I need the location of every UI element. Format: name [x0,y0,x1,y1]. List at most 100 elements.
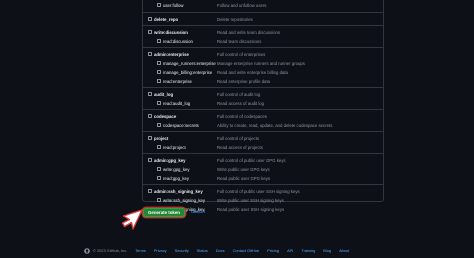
scope-name: write:ssh_signing_key [163,197,206,203]
scope-name: write:gpg_key [163,166,190,172]
scope-name: codespace:secrets [163,122,199,128]
scope-row: manage_billing:enterprise Read and write … [143,68,383,77]
scope-description: Write public user SSH signing keys [217,197,284,203]
scope-checkbox[interactable] [157,39,161,43]
scope-description: Manage enterprise runners and runner gro… [217,60,305,66]
scope-name: read:project [163,144,186,150]
scope-description: Read team discussions [217,38,262,44]
scope-group: admin:gpg_key Full control of public user… [143,153,383,185]
footer-link[interactable]: Docs [216,248,225,253]
scope-checkbox[interactable] [157,61,161,65]
scope-name: read:audit_log [163,100,191,106]
footer-link[interactable]: Pricing [267,248,279,253]
scope-name: manage_billing:enterprise [163,69,213,75]
scopes-panel: user:follow Follow and unfollow users dele… [142,0,384,212]
scope-description: Full control of public user SSH signing … [217,188,300,194]
scope-checkbox[interactable] [148,17,152,21]
scope-row: read:enterprise Read enterprise profile d… [143,77,383,86]
scope-group: codespace Full control of codespaces codes… [143,109,383,132]
cancel-link[interactable]: Cancel [191,209,205,214]
scope-description: Full control of enterprises [217,51,266,57]
scope-description: Read and write team discussions [217,29,281,35]
scope-name: project [154,135,169,141]
scope-row: read:audit_log Read access of audit log [143,99,383,108]
pointer-cursor-icon [121,209,143,230]
footer-link[interactable]: About [339,248,349,253]
footer-link[interactable]: Security [175,248,189,253]
scope-description: Full control of codespaces [217,113,267,119]
scope-row: audit_log Full control of audit log [143,90,383,99]
footer-links: Terms Privacy Security Status Docs Contact Gi… [135,248,357,253]
scope-checkbox[interactable] [157,145,161,149]
scope-name: delete_repo [154,16,179,22]
scope-checkbox[interactable] [148,92,152,96]
scope-name: manage_runners:enterprise [163,60,216,66]
scope-row: admin:enterprise Full control of enterpri… [143,50,383,59]
footer-link[interactable]: Status [197,248,208,253]
footer-link[interactable]: API [287,248,293,253]
scope-row: codespace Full control of codespaces [143,112,383,121]
scope-group: user:follow Follow and unfollow users [143,0,383,12]
scope-description: Read public user GPG keys [217,175,271,181]
scope-name: read:gpg_key [163,175,190,181]
scope-checkbox[interactable] [157,79,161,83]
footer-link[interactable]: Terms [135,248,146,253]
scope-row: read:project Read access of projects [143,143,383,152]
scope-group: project Full control of projects read:proj… [143,131,383,154]
scope-row: write:discussion Read and write team disc… [143,28,383,37]
scope-description: Full control of projects [217,135,260,141]
scope-name: audit_log [154,91,174,97]
scope-name: read:enterprise [163,78,192,84]
scope-description: Read public user SSH signing keys [217,206,285,212]
scope-row: user:follow Follow and unfollow users [143,1,383,10]
scope-row: manage_runners:enterprise Manage enterpri… [143,59,383,68]
scope-description: Full control of audit log [217,91,261,97]
scope-checkbox[interactable] [148,30,152,34]
scope-checkbox[interactable] [157,167,161,171]
footer-link[interactable]: Privacy [154,248,167,253]
scope-checkbox[interactable] [157,198,161,202]
scope-description: Follow and unfollow users [217,2,267,8]
scope-group: delete_repo Delete repositories [143,12,383,26]
footer-link[interactable]: Blog [323,248,331,253]
scope-row: project Full control of projects [143,134,383,143]
scope-group: write:discussion Read and write team disc… [143,25,383,48]
scope-row: admin:ssh_signing_key Full control of pub… [143,187,383,196]
scope-name: codespace [154,113,177,119]
scope-description: Ability to create, read, update, and del… [217,122,333,128]
scope-description: Read enterprise profile data [217,78,271,84]
scope-checkbox[interactable] [157,3,161,7]
scope-description: Read and write enterprise billing data [217,69,288,75]
scope-checkbox[interactable] [157,123,161,127]
scope-row: delete_repo Delete repositories [143,15,383,24]
scope-row: read:gpg_key Read public user GPG keys [143,174,383,183]
scope-row: admin:gpg_key Full control of public user… [143,156,383,165]
scope-name: read:discussion [163,38,193,44]
scope-checkbox[interactable] [157,176,161,180]
scope-checkbox[interactable] [157,101,161,105]
scope-row: write:gpg_key Write public user GPG keys [143,165,383,174]
scope-name: admin:enterprise [154,51,189,57]
scope-checkbox[interactable] [148,158,152,162]
footer-link[interactable]: Contact GitHub [233,248,260,253]
scope-name: admin:ssh_signing_key [154,188,203,194]
scope-description: Read access of audit log [217,100,265,106]
footer-link[interactable]: Training [301,248,315,253]
scope-name: write:discussion [154,29,188,35]
scope-group: audit_log Full control of audit log read:a… [143,87,383,110]
scope-checkbox[interactable] [148,189,152,193]
site-footer: © 2023 GitHub, Inc. Terms Privacy Security… [84,247,384,254]
scope-row: codespace:secrets Ability to create, read… [143,121,383,130]
generate-token-button[interactable]: Generate token [143,208,185,217]
scope-description: Write public user GPG keys [217,166,270,172]
scope-group: admin:enterprise Full control of enterpri… [143,47,383,88]
scope-name: admin:gpg_key [154,157,186,163]
scope-checkbox[interactable] [148,136,152,140]
scope-checkbox[interactable] [148,52,152,56]
footer-copyright: © 2023 GitHub, Inc. [93,248,128,253]
scope-checkbox[interactable] [148,114,152,118]
scope-name: user:follow [163,2,184,8]
scope-row: write:ssh_signing_key Write public user S… [143,196,383,205]
scope-checkbox[interactable] [157,70,161,74]
github-logo-icon[interactable] [84,247,90,254]
